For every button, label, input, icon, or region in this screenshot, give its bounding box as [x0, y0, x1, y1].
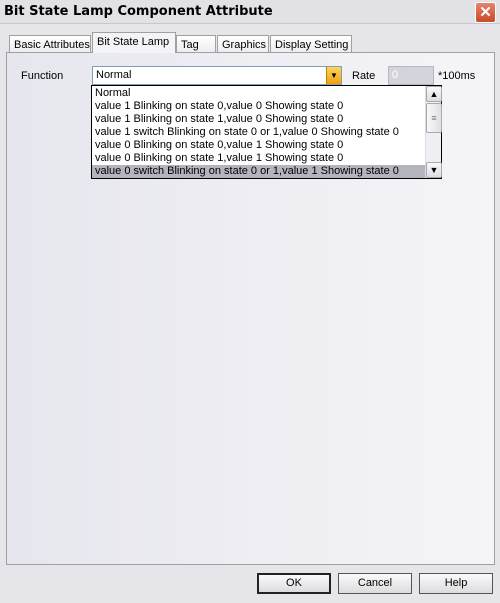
tab-bit-state-lamp[interactable]: Bit State Lamp: [92, 32, 176, 53]
function-label: Function: [21, 70, 64, 82]
tab-graphics[interactable]: Graphics: [217, 35, 269, 53]
scroll-down-icon[interactable]: ▼: [426, 162, 442, 178]
list-item[interactable]: value 1 Blinking on state 1,value 0 Show…: [92, 113, 425, 126]
tab-label: Graphics: [222, 39, 267, 51]
tab-tag[interactable]: Tag: [176, 35, 216, 53]
tab-label: Tag: [181, 39, 199, 51]
rate-unit: *100ms: [438, 70, 476, 82]
list-item[interactable]: Normal: [92, 87, 425, 100]
tab-basic-attributes[interactable]: Basic Attributes: [9, 35, 91, 53]
scrollbar[interactable]: ▲ ≡ ▼: [425, 86, 442, 178]
ok-button[interactable]: OK: [257, 573, 331, 594]
title-bar: Bit State Lamp Component Attribute: [0, 0, 500, 24]
tab-label: Basic Attributes: [14, 39, 90, 51]
tab-label: Display Setting: [275, 39, 349, 51]
function-select[interactable]: Normal ▼: [92, 66, 342, 85]
function-value: Normal: [96, 69, 132, 81]
scroll-thumb[interactable]: ≡: [426, 103, 442, 133]
tab-label: Bit State Lamp: [97, 36, 170, 48]
rate-value: 0: [392, 69, 399, 81]
window-title: Bit State Lamp Component Attribute: [4, 4, 273, 19]
function-dropdown-list: Normal value 1 Blinking on state 0,value…: [91, 85, 442, 179]
cancel-button[interactable]: Cancel: [338, 573, 412, 594]
list-item[interactable]: value 0 Blinking on state 1,value 1 Show…: [92, 152, 425, 165]
help-button[interactable]: Help: [419, 573, 493, 594]
scroll-up-icon[interactable]: ▲: [426, 86, 442, 102]
tab-display-setting[interactable]: Display Setting: [270, 35, 352, 53]
rate-label: Rate: [352, 70, 376, 82]
list-item[interactable]: value 0 Blinking on state 0,value 1 Show…: [92, 139, 425, 152]
rate-input[interactable]: 0: [388, 66, 434, 85]
list-item[interactable]: value 1 Blinking on state 0,value 0 Show…: [92, 100, 425, 113]
list-item[interactable]: value 1 switch Blinking on state 0 or 1,…: [92, 126, 425, 139]
close-icon: ✕: [479, 4, 492, 21]
list-item-selected[interactable]: value 0 switch Blinking on state 0 or 1,…: [92, 165, 425, 178]
close-button[interactable]: ✕: [475, 2, 496, 23]
chevron-down-icon[interactable]: ▼: [326, 67, 341, 84]
